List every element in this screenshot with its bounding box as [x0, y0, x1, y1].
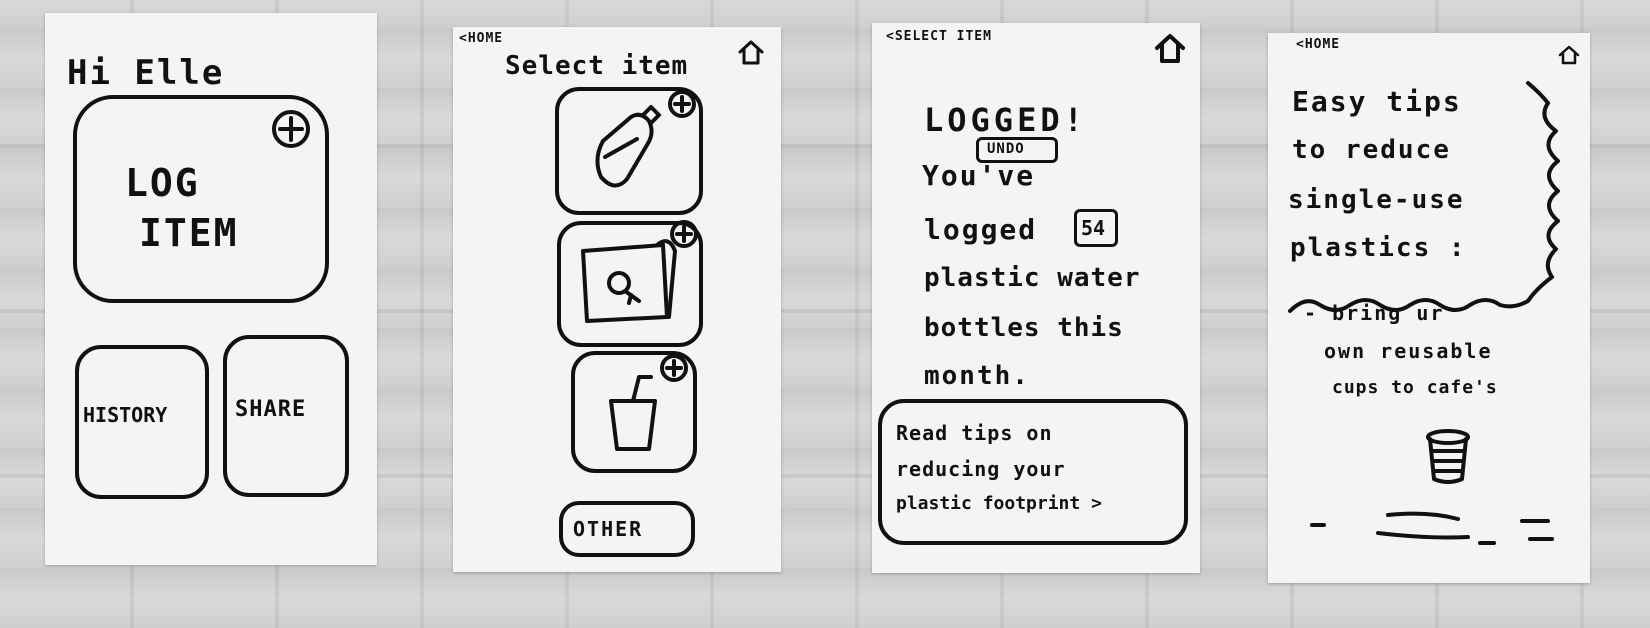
message-line-2: logged: [924, 213, 1038, 246]
tip-line-1: - bring ur: [1304, 301, 1445, 325]
log-item-button[interactable]: LOG ITEM: [73, 95, 329, 303]
screen-home: Hi Elle LOG ITEM HISTORY SHARE: [45, 13, 377, 565]
add-circle-icon: [668, 90, 696, 118]
tips-title-line-1: Easy tips: [1292, 85, 1462, 118]
logged-title: LOGGED!: [924, 101, 1087, 139]
home-icon[interactable]: [1154, 33, 1186, 63]
add-circle-icon: [670, 220, 698, 248]
plastic-bag-icon: [581, 239, 677, 323]
back-link-home[interactable]: <HOME: [1296, 37, 1340, 52]
read-tips-link[interactable]: Read tips on reducing your plastic footp…: [878, 399, 1188, 545]
home-icon[interactable]: [1558, 45, 1580, 65]
other-label: OTHER: [573, 517, 644, 541]
logged-count-badge: 54: [1074, 209, 1118, 247]
logged-count: 54: [1081, 216, 1106, 240]
tips-link-line-3: plastic footprint >: [896, 493, 1102, 514]
tip-line-2: own reusable: [1324, 339, 1493, 363]
item-cup[interactable]: [571, 351, 697, 473]
message-line-1: You've: [922, 159, 1036, 192]
select-item-title: Select item: [505, 51, 689, 81]
tips-header-box: Easy tips to reduce single-use plastics …: [1278, 73, 1560, 313]
share-button[interactable]: SHARE: [223, 335, 349, 497]
message-line-3: plastic water: [924, 263, 1141, 293]
tip-line-3: cups to cafe's: [1332, 377, 1498, 398]
history-button[interactable]: HISTORY: [75, 345, 209, 499]
other-button[interactable]: OTHER: [559, 501, 695, 557]
reusable-cup-icon: [1426, 429, 1470, 484]
back-link-home[interactable]: <HOME: [459, 31, 503, 46]
scribble-lines: [1310, 511, 1554, 545]
back-link-select-item[interactable]: <SELECT ITEM: [886, 29, 992, 44]
screen-tips: <HOME Easy tips to reduce single-use pla…: [1268, 33, 1590, 583]
add-circle-icon: [660, 354, 688, 382]
water-bottle-icon: [595, 105, 661, 188]
screen-logged: <SELECT ITEM LOGGED! UNDO You've logged …: [872, 23, 1200, 573]
tips-title-line-4: plastics :: [1290, 233, 1467, 263]
history-label: HISTORY: [83, 403, 168, 427]
home-icon[interactable]: [737, 39, 765, 65]
plus-icon: [272, 110, 310, 148]
message-line-5: month.: [924, 361, 1030, 391]
screen-select-item: <HOME Select item OTHER: [453, 27, 781, 572]
log-item-label-line1: LOG: [125, 161, 200, 205]
tips-title-line-2: to reduce: [1292, 135, 1451, 165]
message-line-4: bottles this: [924, 313, 1124, 343]
item-plastic-bag[interactable]: [557, 220, 703, 347]
tips-link-line-2: reducing your: [896, 457, 1066, 481]
greeting: Hi Elle: [67, 53, 225, 93]
tips-title-line-3: single-use: [1288, 185, 1465, 215]
log-item-label-line2: ITEM: [139, 211, 239, 255]
undo-label: UNDO: [987, 141, 1025, 157]
item-water-bottle[interactable]: [555, 87, 703, 215]
share-label: SHARE: [235, 397, 307, 422]
tips-link-line-1: Read tips on: [896, 421, 1053, 445]
